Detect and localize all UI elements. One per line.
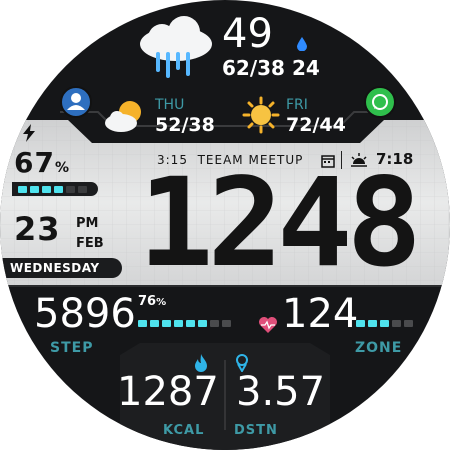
steps-value[interactable]: 5896 xyxy=(34,292,136,336)
calories-value[interactable]: 1287 xyxy=(117,370,219,414)
bar-segment xyxy=(404,320,413,327)
bar-segment xyxy=(162,320,171,327)
bar-segment xyxy=(198,320,207,327)
bar-segment xyxy=(222,320,231,327)
partly-cloudy-icon[interactable] xyxy=(104,98,146,138)
bar-segment xyxy=(42,186,51,193)
bar-segment xyxy=(186,320,195,327)
heart-zone-bar xyxy=(356,320,413,327)
bar-segment xyxy=(392,320,401,327)
bar-segment xyxy=(54,186,63,193)
clock[interactable]: 1248 xyxy=(138,162,437,284)
bar-segment xyxy=(30,186,39,193)
heart-icon xyxy=(258,316,278,338)
date-month: FEB xyxy=(76,236,104,251)
battery-bolt-icon xyxy=(22,124,36,146)
heart-zone-label: ZONE xyxy=(355,340,403,356)
battery-percent: 67% xyxy=(14,146,70,179)
forecast-temps-1: 52/38 xyxy=(155,114,215,136)
bar-segment xyxy=(174,320,183,327)
bar-segment xyxy=(66,186,75,193)
bar-segment xyxy=(368,320,377,327)
bar-segment xyxy=(138,320,147,327)
rain-cloud-icon[interactable] xyxy=(132,14,214,80)
high-low-temperature: 62/38 xyxy=(222,56,285,80)
steps-percent: 76% xyxy=(138,294,167,309)
clock-hours: 12 xyxy=(138,152,283,294)
distance-label: DSTN xyxy=(234,423,278,438)
bar-segment xyxy=(18,186,27,193)
ampm: PM xyxy=(76,216,99,231)
forecast-temps-2: 72/44 xyxy=(286,114,346,136)
current-temperature: 49 xyxy=(222,11,273,57)
battery-level-bar xyxy=(18,186,87,193)
contacts-app-icon[interactable] xyxy=(60,86,92,118)
calories-label: KCAL xyxy=(163,423,205,438)
forecast-day-2: FRI xyxy=(286,97,308,113)
date-weekday: WEDNESDAY xyxy=(10,261,100,275)
clock-minutes: 48 xyxy=(276,152,422,294)
whatsapp-icon[interactable] xyxy=(364,86,396,118)
forecast-day-1: THU xyxy=(155,97,185,113)
bar-segment xyxy=(78,186,87,193)
watch-face: 49 62/38 24 THU 52/38 FRI 72/44 67% 3:15… xyxy=(0,0,450,450)
date-day: 23 xyxy=(14,210,61,248)
drop-icon xyxy=(297,36,307,55)
weekday-pill: WEDNESDAY xyxy=(0,258,122,278)
steps-progress-bar xyxy=(138,320,231,327)
distance-value[interactable]: 3.57 xyxy=(236,370,325,414)
bar-segment xyxy=(380,320,389,327)
sun-icon[interactable] xyxy=(242,96,280,138)
bar-segment xyxy=(356,320,365,327)
heart-rate-value[interactable]: 124 xyxy=(282,292,358,336)
humidity-value: 24 xyxy=(292,56,320,80)
bar-segment xyxy=(150,320,159,327)
bar-segment xyxy=(210,320,219,327)
steps-label: STEP xyxy=(50,340,94,356)
